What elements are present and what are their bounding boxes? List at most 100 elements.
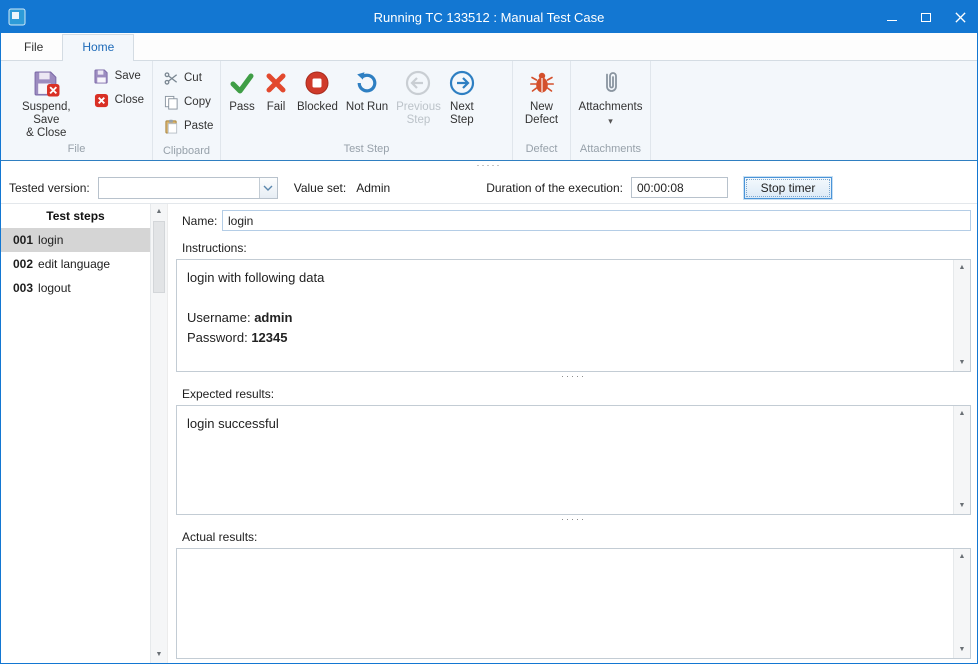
paperclip-icon <box>598 68 624 98</box>
scroll-down-icon[interactable]: ▼ <box>954 642 970 658</box>
scroll-down-icon[interactable]: ▼ <box>954 355 970 371</box>
close-icon <box>955 12 966 23</box>
combo-dropdown-icon[interactable] <box>259 178 277 198</box>
expected-scrollbar[interactable]: ▲ ▼ <box>953 406 970 514</box>
fail-icon <box>263 68 289 98</box>
scroll-down-icon[interactable]: ▼ <box>954 498 970 514</box>
actual-results-box[interactable]: ▲ ▼ <box>176 548 971 659</box>
actual-results-text <box>177 549 953 658</box>
suspend-save-close-label: Suspend, Save <box>9 101 84 127</box>
previous-step-label: Previous <box>396 101 441 114</box>
name-input[interactable] <box>222 210 971 231</box>
duration-input[interactable] <box>631 177 728 198</box>
attachments-button[interactable]: Attachments ▾ <box>575 64 647 128</box>
step-detail-panel: Name: Instructions: login with following… <box>168 204 977 663</box>
tested-version-label: Tested version: <box>9 181 90 195</box>
maximize-button[interactable] <box>909 1 943 33</box>
actual-results-label: Actual results: <box>182 530 971 544</box>
next-step-label2: Step <box>450 114 474 127</box>
new-defect-label2: Defect <box>525 114 558 127</box>
step-label: logout <box>38 281 71 295</box>
pass-icon <box>229 68 255 98</box>
suspend-save-close-label2: & Close <box>26 127 66 140</box>
test-steps-scrollbar[interactable]: ▲ ▼ <box>150 204 167 663</box>
ribbon-tab-row: File Home <box>1 33 977 61</box>
username-value: admin <box>254 310 292 325</box>
splitter-dots: ····· <box>477 160 502 170</box>
step-number: 002 <box>13 257 33 271</box>
test-step-item-2[interactable]: 002edit language <box>1 252 150 276</box>
stop-timer-button[interactable]: Stop timer <box>744 177 832 199</box>
execution-toolbar: Tested version: Value set: Admin Duratio… <box>1 172 977 204</box>
scroll-up-icon[interactable]: ▲ <box>954 260 970 276</box>
tab-file[interactable]: File <box>5 35 62 60</box>
paste-button[interactable]: Paste <box>159 116 217 136</box>
tab-home[interactable]: Home <box>62 34 134 61</box>
tested-version-input[interactable] <box>99 178 259 198</box>
previous-step-icon <box>405 68 431 98</box>
content-area: Test steps 001login 002edit language 003… <box>1 204 977 663</box>
ribbon-splitter[interactable]: ····· <box>1 161 977 172</box>
test-steps-panel: Test steps 001login 002edit language 003… <box>1 204 168 663</box>
name-row: Name: <box>176 210 971 231</box>
ribbon: Suspend, Save & Close Save Close <box>1 61 977 161</box>
instructions-line1: login with following data <box>187 268 943 288</box>
paste-icon <box>163 118 179 134</box>
scroll-down-icon[interactable]: ▼ <box>151 647 167 663</box>
test-step-item-3[interactable]: 003 logout <box>1 276 150 300</box>
fail-button[interactable]: Fail <box>259 64 293 114</box>
expected-results-box[interactable]: login successful ▲ ▼ <box>176 405 971 515</box>
actual-scrollbar[interactable]: ▲ ▼ <box>953 549 970 658</box>
minimize-button[interactable] <box>875 1 909 33</box>
value-set-label: Value set: <box>294 181 346 195</box>
save-button[interactable]: Save <box>90 66 148 86</box>
ribbon-group-test-step-label: Test Step <box>221 142 512 160</box>
scrollbar-track[interactable] <box>954 422 970 498</box>
name-label: Name: <box>182 214 222 228</box>
instructions-box[interactable]: login with following data Username: admi… <box>176 259 971 372</box>
attachments-dropdown-icon[interactable]: ▾ <box>608 115 613 128</box>
scroll-up-icon[interactable]: ▲ <box>954 406 970 422</box>
not-run-button[interactable]: Not Run <box>342 64 392 114</box>
instructions-password-line: Password: 12345 <box>187 328 943 348</box>
ribbon-group-defect: New Defect Defect <box>513 61 571 160</box>
suspend-save-close-button[interactable]: Suspend, Save & Close <box>5 64 88 140</box>
ribbon-group-test-step: Pass Fail Blocked <box>221 61 513 160</box>
scroll-up-icon[interactable]: ▲ <box>954 549 970 565</box>
save-icon <box>94 68 110 84</box>
next-step-label: Next <box>450 101 474 114</box>
suspend-save-close-icon <box>33 68 60 98</box>
scrollbar-track[interactable] <box>151 220 167 647</box>
close-test-icon <box>94 92 110 108</box>
step-number: 001 <box>13 233 33 247</box>
scrollbar-track[interactable] <box>954 565 970 642</box>
new-defect-label: New <box>530 101 553 114</box>
scroll-up-icon[interactable]: ▲ <box>151 204 167 220</box>
scrollbar-thumb[interactable] <box>153 221 165 293</box>
pass-button[interactable]: Pass <box>225 64 259 114</box>
instructions-label: Instructions: <box>182 241 971 255</box>
next-step-button[interactable]: Next Step <box>445 64 479 127</box>
password-value: 12345 <box>251 330 287 345</box>
test-step-item-1[interactable]: 001login <box>1 228 150 252</box>
instructions-scrollbar[interactable]: ▲ ▼ <box>953 260 970 371</box>
cut-button[interactable]: Cut <box>159 68 217 88</box>
scrollbar-track[interactable] <box>954 276 970 355</box>
expected-splitter[interactable]: ····· <box>176 515 971 528</box>
new-defect-button[interactable]: New Defect <box>521 64 562 127</box>
fail-label: Fail <box>267 101 286 114</box>
copy-button[interactable]: Copy <box>159 92 217 112</box>
close-test-button[interactable]: Close <box>90 90 148 110</box>
step-number: 003 <box>13 281 33 295</box>
tested-version-combo[interactable] <box>98 177 278 199</box>
blocked-button[interactable]: Blocked <box>293 64 342 114</box>
ribbon-group-attachments-label: Attachments <box>571 142 650 160</box>
copy-icon <box>163 94 179 110</box>
instructions-splitter[interactable]: ····· <box>176 372 971 385</box>
pass-label: Pass <box>229 101 255 114</box>
maximize-icon <box>921 13 931 22</box>
close-button[interactable] <box>943 1 977 33</box>
ribbon-group-defect-label: Defect <box>513 142 570 160</box>
app-icon <box>8 8 26 26</box>
not-run-label: Not Run <box>346 101 388 114</box>
